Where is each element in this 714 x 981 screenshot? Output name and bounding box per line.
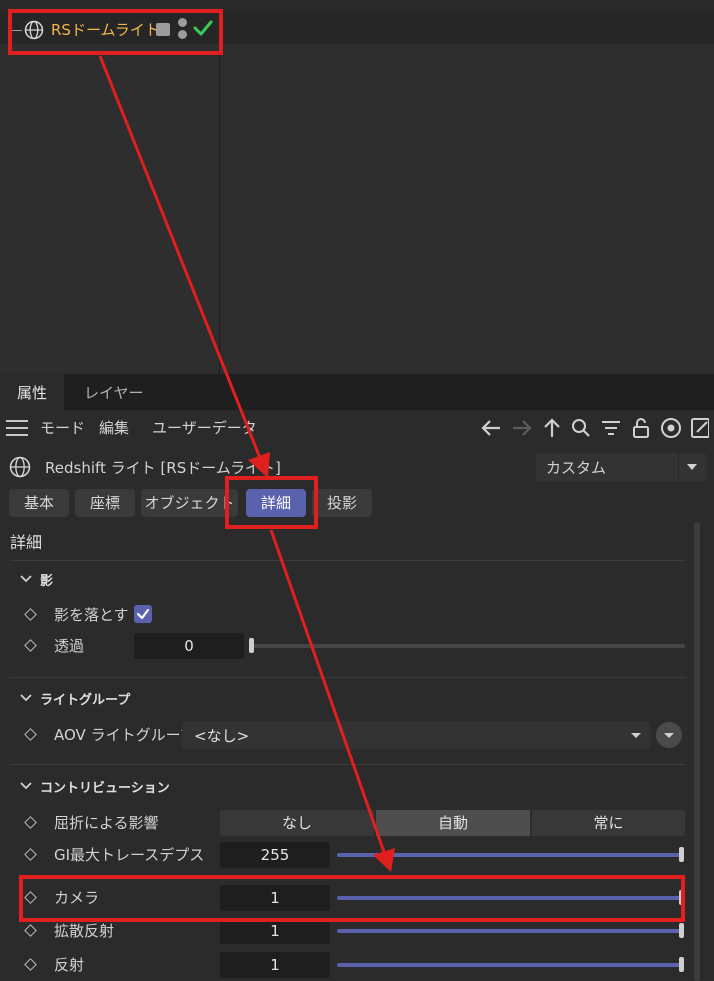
chevron-down-icon [20, 782, 32, 790]
lock-icon[interactable] [629, 416, 653, 440]
chevron-down-icon [631, 733, 641, 738]
keyframe-diamond-icon[interactable] [24, 816, 37, 829]
transparency-slider-handle[interactable] [249, 638, 254, 653]
param-label: 影を落とす [54, 606, 129, 624]
tab-layers[interactable]: レイヤー [84, 374, 144, 410]
forward-arrow-icon[interactable] [510, 416, 534, 440]
gi-max-depth-slider[interactable] [337, 853, 682, 857]
aov-light-group-value: <なし> [194, 727, 250, 745]
preset-dropdown[interactable]: カスタム [536, 453, 706, 481]
param-cast-shadow: 影を落とす [24, 602, 704, 628]
group-divider [10, 677, 686, 678]
search-icon[interactable] [569, 416, 593, 440]
group-light-group[interactable]: ライトグループ [20, 689, 130, 708]
section-title: 詳細 [10, 533, 43, 552]
reflection-slider[interactable] [337, 963, 682, 967]
annotation-box-object [8, 9, 223, 55]
object-title-row: Redshift ライト [RSドームライト] カスタム [0, 448, 714, 486]
attribute-menu-bar: モード 編集 ユーザーデータ [0, 410, 714, 446]
keyframe-diamond-icon[interactable] [24, 924, 37, 937]
param-transparency: 透過 0 [24, 633, 704, 659]
refraction-option-none[interactable]: なし [220, 810, 374, 836]
object-manager-divider[interactable] [219, 12, 220, 374]
param-label: 拡散反射 [54, 922, 115, 940]
transparency-slider[interactable] [252, 644, 685, 648]
param-label: 反射 [54, 956, 85, 974]
menu-mode[interactable]: モード [40, 417, 85, 438]
hamburger-menu-icon[interactable] [6, 420, 28, 436]
param-label: 透過 [54, 637, 85, 655]
new-window-icon[interactable] [689, 416, 709, 440]
chevron-down-icon [20, 694, 32, 702]
keyframe-diamond-icon[interactable] [24, 639, 37, 652]
subtab-basic[interactable]: 基本 [9, 489, 69, 517]
cast-shadow-checkbox[interactable] [134, 605, 152, 623]
keyframe-diamond-icon[interactable] [24, 958, 37, 971]
param-label: 屈折による影響 [54, 814, 159, 832]
param-label: AOV ライトグループ [54, 726, 195, 744]
chevron-down-icon[interactable] [678, 453, 706, 481]
group-light-group-label: ライトグループ [40, 693, 131, 708]
preset-value: カスタム [546, 459, 607, 477]
transparency-input[interactable]: 0 [134, 633, 244, 659]
group-divider [10, 764, 686, 765]
aov-light-group-dropdown[interactable]: <なし> [182, 721, 650, 749]
group-contribution-label: コントリビューション [40, 781, 170, 796]
subtab-projection[interactable]: 投影 [312, 489, 372, 517]
subtab-object[interactable]: オブジェクト [141, 489, 238, 517]
keyframe-diamond-icon[interactable] [24, 608, 37, 621]
light-group-options-button[interactable] [656, 722, 682, 748]
diffuse-slider-handle[interactable] [679, 923, 684, 938]
group-contribution[interactable]: コントリビューション [20, 777, 170, 796]
refraction-option-always[interactable]: 常に [532, 810, 685, 836]
section-divider [10, 560, 686, 561]
group-shadow-label: 影 [40, 574, 54, 589]
menu-user-data[interactable]: ユーザーデータ [152, 417, 257, 438]
annotation-box-details-tab [225, 476, 318, 529]
param-label: GI最大トレースデプス [54, 846, 205, 864]
object-manager: RSドームライト [0, 0, 714, 374]
keyframe-diamond-icon[interactable] [24, 848, 37, 861]
up-arrow-icon[interactable] [540, 416, 564, 440]
back-arrow-icon[interactable] [479, 416, 503, 440]
gi-max-depth-input[interactable]: 255 [220, 842, 330, 868]
param-gi-max-depth: GI最大トレースデプス 255 [24, 842, 704, 868]
diffuse-slider[interactable] [337, 929, 682, 933]
chevron-down-icon [20, 575, 32, 583]
refraction-option-auto[interactable]: 自動 [376, 810, 530, 836]
subtab-coordinates[interactable]: 座標 [75, 489, 135, 517]
keyframe-diamond-icon[interactable] [24, 728, 37, 741]
object-title: Redshift ライト [RSドームライト] [45, 459, 281, 477]
param-reflection: 反射 1 [24, 952, 704, 978]
filter-icon[interactable] [599, 416, 623, 440]
redshift-light-globe-icon [9, 456, 31, 478]
manager-tabs: 属性 レイヤー [0, 374, 714, 410]
menu-edit[interactable]: 編集 [99, 417, 129, 438]
reflection-slider-handle[interactable] [679, 957, 684, 972]
tab-attributes[interactable]: 属性 [0, 374, 64, 410]
attribute-scrollbar[interactable] [694, 522, 700, 981]
group-shadow[interactable]: 影 [20, 570, 53, 589]
reflection-input[interactable]: 1 [220, 952, 330, 978]
annotation-box-camera [19, 875, 685, 922]
target-icon[interactable] [659, 416, 683, 440]
gi-max-depth-slider-handle[interactable] [679, 847, 684, 862]
